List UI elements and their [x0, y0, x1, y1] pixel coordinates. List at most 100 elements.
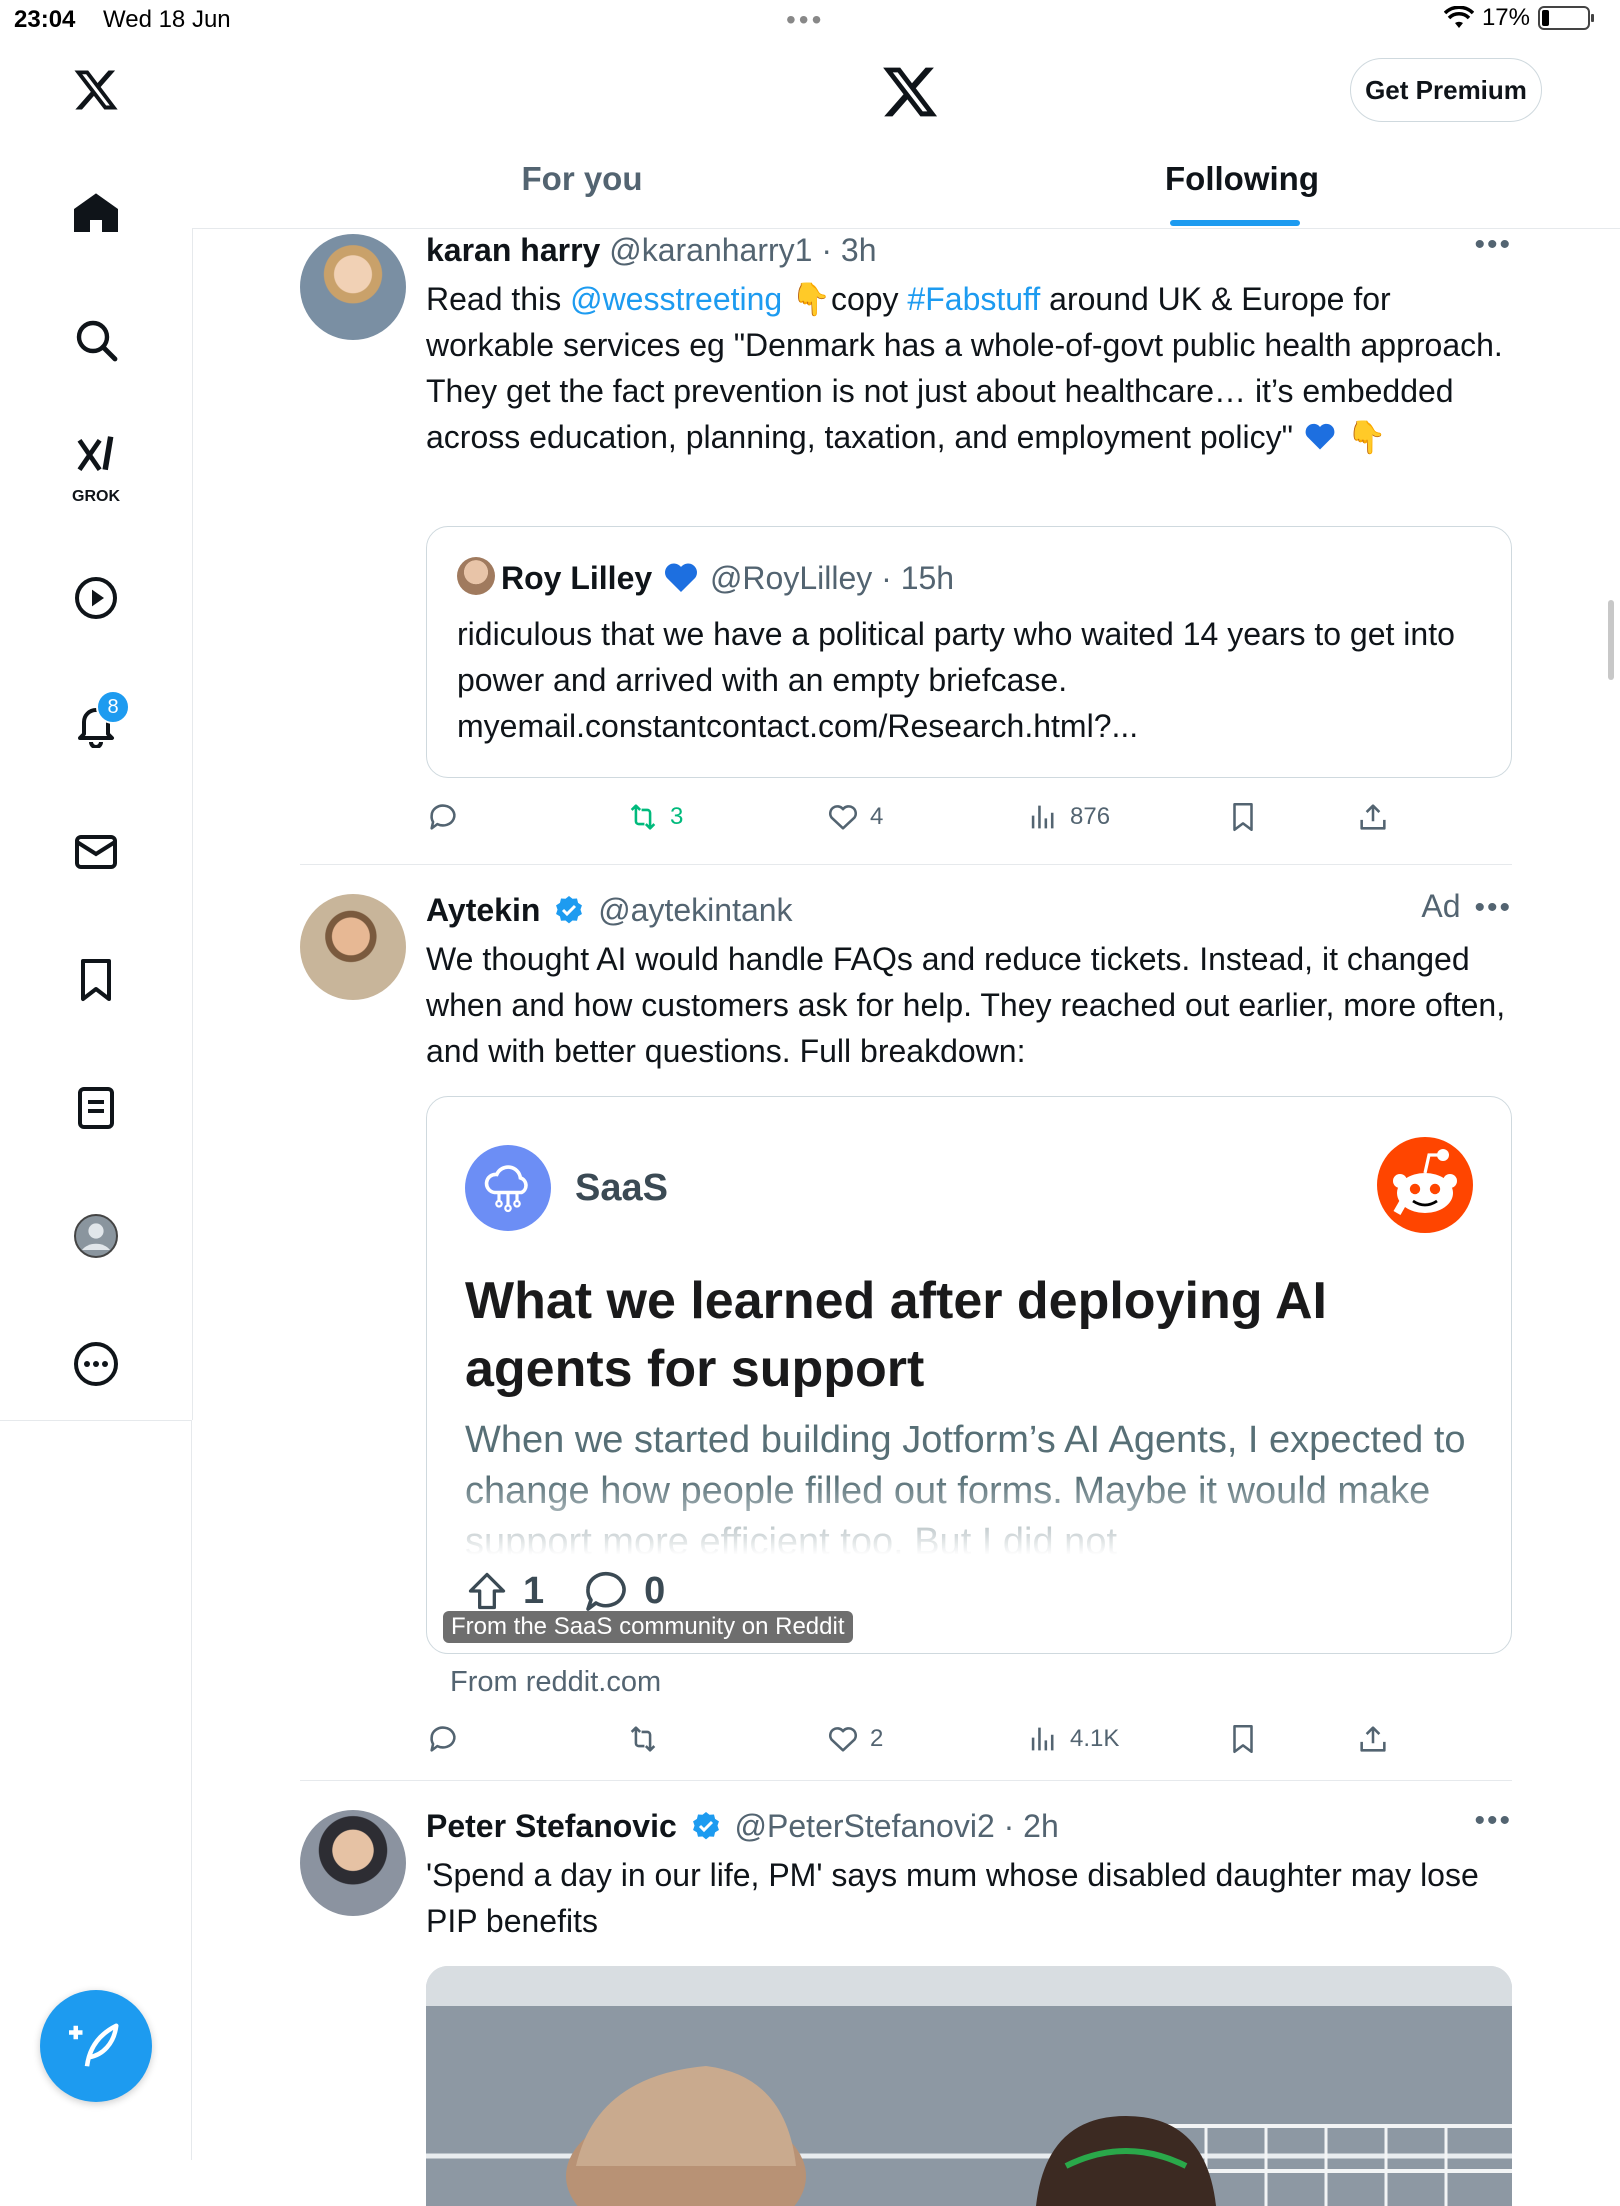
- tab-following[interactable]: Following: [1152, 160, 1332, 198]
- grok-label: GROK: [72, 488, 120, 505]
- upvote-arrow-icon: [468, 1572, 506, 1610]
- verified-badge-icon: [692, 1812, 719, 1840]
- views-count: 876: [1070, 803, 1111, 830]
- status-time: 23:04: [14, 6, 76, 33]
- post-more-icon[interactable]: •••: [1474, 891, 1512, 924]
- battery-icon: [1538, 6, 1594, 30]
- status-bar: 23:04 Wed 18 Jun ••• 17%: [0, 0, 1620, 40]
- bookmarks-icon[interactable]: [66, 950, 126, 1010]
- wifi-icon: [1443, 6, 1474, 28]
- like-count: 4: [870, 803, 884, 830]
- post-more-icon[interactable]: •••: [1474, 1804, 1512, 1838]
- compose-post-button[interactable]: [40, 1990, 152, 2102]
- video-play-icon[interactable]: [66, 568, 126, 628]
- comment-count: 0: [644, 1569, 666, 1612]
- compose-feather-icon: [69, 2023, 119, 2067]
- lists-icon[interactable]: [66, 1078, 126, 1138]
- author-handle[interactable]: @PeterStefanovi2: [735, 1808, 995, 1844]
- bookmark-icon: [1233, 802, 1253, 832]
- notification-count-badge: 8: [96, 690, 130, 724]
- multitasking-dots-icon[interactable]: •••: [786, 4, 824, 36]
- repost-button[interactable]: 3: [626, 800, 683, 834]
- like-button[interactable]: 2: [826, 1722, 883, 1756]
- card-excerpt: When we started building Jotform’s AI Ag…: [465, 1419, 1466, 1555]
- repost-icon: [630, 1726, 656, 1752]
- subreddit-icon: [465, 1145, 551, 1231]
- heart-icon: [828, 1727, 858, 1752]
- scrollbar[interactable]: [1608, 600, 1614, 680]
- reply-button[interactable]: [426, 800, 470, 834]
- messages-envelope-icon[interactable]: [66, 822, 126, 882]
- post-peter-stefanovic[interactable]: Peter Stefanovic @PeterStefanovi2 · 2h •…: [300, 1804, 1512, 2206]
- post-image[interactable]: [426, 1966, 1512, 2206]
- post-text: We thought AI would handle FAQs and redu…: [426, 941, 1506, 1069]
- reply-icon: [430, 1726, 456, 1752]
- side-navigation: GROK 8: [0, 40, 193, 1421]
- reply-button[interactable]: [426, 1722, 470, 1756]
- active-tab-indicator: [1170, 220, 1300, 226]
- tab-for-you[interactable]: For you: [482, 160, 682, 198]
- home-icon[interactable]: [66, 184, 126, 244]
- card-source-tooltip: From the SaaS community on Reddit: [443, 1611, 853, 1643]
- more-options-icon[interactable]: [66, 1334, 126, 1394]
- views-button[interactable]: 4.1K: [1026, 1722, 1119, 1756]
- like-button[interactable]: 4: [826, 800, 883, 834]
- upvote-count: 1: [523, 1569, 545, 1612]
- heart-icon: [828, 805, 858, 830]
- bookmark-button[interactable]: [1226, 1722, 1260, 1756]
- author-name[interactable]: karan harry: [426, 232, 600, 268]
- quoted-post-text: ridiculous that we have a political part…: [457, 616, 1455, 744]
- author-avatar[interactable]: [300, 1810, 406, 1916]
- status-date: Wed 18 Jun: [103, 6, 231, 33]
- subreddit-name: SaaS: [575, 1167, 668, 1209]
- card-source-domain[interactable]: From reddit.com: [450, 1666, 661, 1699]
- profile-avatar-icon[interactable]: [66, 1206, 126, 1266]
- get-premium-button[interactable]: Get Premium: [1350, 58, 1542, 122]
- link-card[interactable]: SaaS What we learned after deploying AI …: [426, 1096, 1512, 1654]
- post-actions: 3 4 876: [426, 800, 1512, 846]
- grok-icon[interactable]: GROK: [66, 424, 126, 505]
- post-actions: 2 4.1K: [426, 1722, 1512, 1768]
- post-time[interactable]: 3h: [841, 232, 877, 268]
- battery-percent: 17%: [1481, 4, 1530, 31]
- ad-label: Ad: [1421, 888, 1461, 924]
- ferry-deck-photo: [426, 1966, 1512, 2206]
- share-button[interactable]: [1356, 1722, 1390, 1756]
- comment-bubble-icon: [586, 1571, 626, 1611]
- author-avatar[interactable]: [300, 894, 406, 1000]
- share-button[interactable]: [1356, 800, 1390, 834]
- author-name[interactable]: Aytekin: [426, 892, 540, 928]
- views-button[interactable]: 876: [1026, 800, 1110, 834]
- post-aytekin-ad[interactable]: Aytekin @aytekintank Ad ••• We thought AI…: [300, 888, 1512, 1772]
- search-icon[interactable]: [66, 310, 126, 370]
- views-count: 4.1K: [1070, 1725, 1120, 1752]
- cloud-network-icon: [484, 1165, 528, 1213]
- hashtag-link[interactable]: #Fabstuff: [907, 281, 1040, 317]
- repost-icon: [630, 804, 656, 830]
- author-name[interactable]: Peter Stefanovic: [426, 1808, 677, 1844]
- post-karan-harry[interactable]: karan harry @karanharry1 · 3h ••• Read t…: [300, 228, 1512, 858]
- x-logo-icon[interactable]: [880, 62, 940, 122]
- quoted-author-name: Roy Lilley: [501, 560, 653, 596]
- post-text: 'Spend a day in our life, PM' says mum w…: [426, 1857, 1479, 1939]
- quoted-author-avatar: [457, 557, 495, 595]
- author-handle[interactable]: @aytekintank: [598, 892, 792, 928]
- quoted-post-time: 15h: [900, 560, 955, 596]
- views-chart-icon: [1031, 805, 1054, 829]
- quoted-post[interactable]: Roy Lilley @RoyLilley · 15h ridiculous t…: [426, 526, 1512, 778]
- post-text: Read this @wesstreeting 👇copy #Fabstuff …: [426, 281, 1503, 455]
- repost-button[interactable]: [626, 1722, 670, 1756]
- blue-heart-emoji-icon: [1305, 423, 1335, 450]
- author-handle[interactable]: @karanharry1: [609, 232, 812, 268]
- mention-link[interactable]: @wesstreeting: [570, 281, 782, 317]
- reddit-logo-icon: [1377, 1137, 1473, 1233]
- post-time[interactable]: 2h: [1023, 1808, 1059, 1844]
- x-logo-icon[interactable]: [66, 60, 126, 120]
- notifications-bell-icon[interactable]: 8: [66, 690, 130, 754]
- repost-count: 3: [670, 803, 684, 830]
- author-avatar[interactable]: [300, 234, 406, 340]
- quoted-author-handle: @RoyLilley: [709, 560, 873, 596]
- bookmark-button[interactable]: [1226, 800, 1260, 834]
- blue-heart-emoji-icon: [665, 563, 698, 592]
- post-more-icon[interactable]: •••: [1474, 228, 1512, 262]
